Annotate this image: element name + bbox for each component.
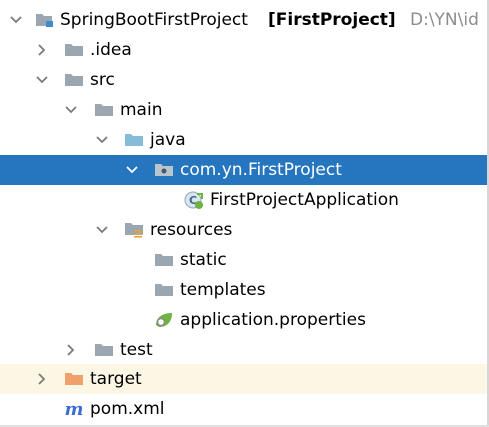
chevron-down-icon[interactable]	[95, 215, 109, 245]
tree-row-properties[interactable]: application.properties	[0, 305, 489, 335]
folder-label: src	[90, 70, 115, 90]
chevron-down-icon[interactable]	[64, 95, 78, 125]
folder-label: .idea	[90, 40, 132, 60]
maven-icon: m	[63, 394, 85, 424]
folder-label: target	[90, 369, 142, 389]
package-label: com.yn.FirstProject	[180, 160, 342, 180]
folder-label: templates	[180, 280, 266, 300]
excluded-folder-icon	[63, 364, 85, 394]
project-path: D:\YN\id	[410, 10, 479, 30]
folder-label: test	[120, 340, 153, 360]
folder-icon	[63, 35, 85, 65]
chevron-down-icon[interactable]	[35, 65, 49, 95]
folder-icon	[153, 275, 175, 305]
tree-row-java[interactable]: java	[0, 125, 489, 155]
tree-row-templates[interactable]: templates	[0, 275, 489, 305]
chevron-down-icon[interactable]	[125, 155, 139, 185]
package-icon	[153, 155, 175, 185]
folder-label: java	[150, 130, 186, 150]
folder-icon	[153, 245, 175, 275]
module-folder-icon	[34, 5, 56, 35]
chevron-right-icon[interactable]	[64, 335, 78, 365]
tree-row-pom[interactable]: m pom.xml	[0, 394, 489, 424]
tree-row-static[interactable]: static	[0, 245, 489, 275]
tree-row-project-root[interactable]: SpringBootFirstProject [FirstProject] D:…	[0, 5, 489, 35]
module-name: [FirstProject]	[268, 10, 396, 30]
class-label: FirstProjectApplication	[210, 190, 399, 210]
tree-row-src[interactable]: src	[0, 65, 489, 95]
chevron-down-icon[interactable]	[95, 125, 109, 155]
folder-icon	[93, 95, 115, 125]
source-folder-icon	[123, 125, 145, 155]
spring-boot-class-icon: C	[183, 185, 205, 215]
chevron-right-icon[interactable]	[35, 364, 49, 394]
tree-row-target[interactable]: target	[0, 364, 489, 394]
folder-label: main	[120, 100, 163, 120]
chevron-right-icon[interactable]	[35, 35, 49, 65]
folder-label: static	[180, 250, 227, 270]
folder-label: resources	[150, 220, 233, 240]
resources-folder-icon	[123, 215, 145, 245]
spring-properties-icon	[153, 305, 175, 335]
folder-icon	[93, 335, 115, 365]
tree-row-package[interactable]: com.yn.FirstProject	[0, 155, 489, 185]
tree-row-test[interactable]: test	[0, 335, 489, 365]
svg-text:m: m	[64, 400, 83, 418]
tree-row-idea[interactable]: .idea	[0, 35, 489, 65]
chevron-down-icon[interactable]	[9, 5, 23, 35]
project-tree: SpringBootFirstProject [FirstProject] D:…	[0, 0, 489, 427]
file-label: application.properties	[180, 310, 366, 330]
tree-row-main[interactable]: main	[0, 95, 489, 125]
tree-row-resources[interactable]: resources	[0, 215, 489, 245]
folder-icon	[63, 65, 85, 95]
tree-row-app-class[interactable]: C FirstProjectApplication	[0, 185, 489, 215]
file-label: pom.xml	[90, 399, 165, 419]
project-name: SpringBootFirstProject	[60, 10, 248, 30]
